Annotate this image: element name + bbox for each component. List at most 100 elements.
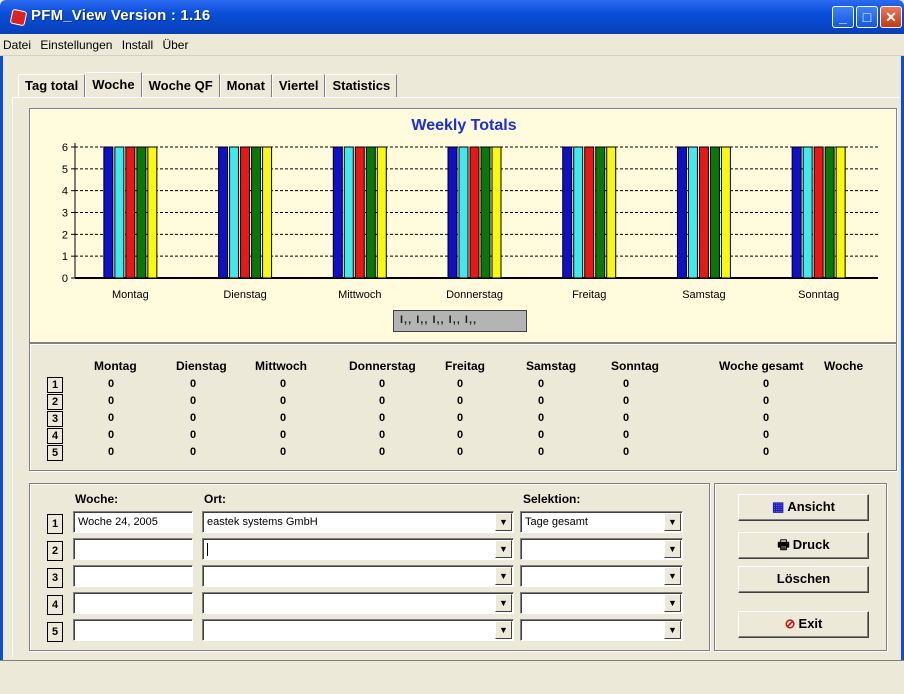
- bar: [343, 146, 354, 279]
- summary-row-number: 2: [47, 394, 63, 410]
- tab-statistics[interactable]: Statistics: [325, 74, 398, 98]
- bar: [791, 146, 802, 279]
- text-cursor: [207, 543, 208, 556]
- summary-cell: 0: [623, 378, 630, 390]
- selektion-dropdown[interactable]: ▼: [520, 538, 683, 560]
- selektion-dropdown[interactable]: ▼: [520, 592, 683, 614]
- chevron-down-icon[interactable]: ▼: [495, 540, 512, 558]
- chevron-down-icon[interactable]: ▼: [664, 513, 681, 531]
- col-header-donnerstag: Donnerstag: [349, 359, 416, 373]
- chevron-down-icon[interactable]: ▼: [664, 540, 681, 558]
- bar: [469, 146, 480, 279]
- ort-dropdown[interactable]: ▼: [202, 565, 514, 587]
- bar: [606, 146, 617, 279]
- minimize-button[interactable]: _: [832, 6, 854, 28]
- col-header-montag: Montag: [94, 359, 137, 373]
- woche-field[interactable]: [73, 538, 193, 560]
- close-button[interactable]: ✕: [880, 6, 902, 28]
- menu-ueber[interactable]: Über: [159, 34, 191, 52]
- chevron-down-icon[interactable]: ▼: [495, 621, 512, 639]
- woche-field[interactable]: Woche 24, 2005: [73, 511, 193, 533]
- bar: [676, 146, 687, 279]
- bar: [354, 146, 365, 279]
- summary-cell: 0: [538, 378, 545, 390]
- chart-scroll-widget[interactable]: I,, I,, I,, I,, I,,: [393, 310, 527, 332]
- action-panel: ▦ Ansicht 🖶 Druck Löschen ⊘ Exit: [714, 483, 887, 651]
- woche-field[interactable]: [73, 592, 193, 614]
- menu-install[interactable]: Install: [119, 34, 156, 52]
- maximize-button[interactable]: □: [856, 6, 878, 28]
- druck-label: Druck: [792, 537, 830, 552]
- tab-monat[interactable]: Monat: [219, 74, 272, 98]
- bar: [136, 146, 147, 279]
- status-bar: [0, 660, 904, 694]
- summary-cell: 0: [623, 446, 630, 458]
- summary-cell: 0: [280, 378, 287, 390]
- summary-row-number: 5: [47, 445, 63, 461]
- selection-row-number: 4: [47, 595, 63, 615]
- tab-strip: Tag total Woche Woche QF Monat Viertel S…: [18, 72, 398, 98]
- title-bar: PFM_View Version : 1.16 _ □ ✕: [0, 0, 904, 34]
- selektion-dropdown[interactable]: ▼: [520, 565, 683, 587]
- summary-cell: 0: [623, 412, 630, 424]
- window-title: PFM_View Version : 1.16: [31, 7, 211, 24]
- chevron-down-icon[interactable]: ▼: [495, 513, 512, 531]
- bar: [802, 146, 813, 279]
- druck-button[interactable]: 🖶 Druck: [738, 532, 869, 559]
- summary-cell: 0: [379, 378, 386, 390]
- summary-cell: 0: [190, 446, 197, 458]
- selektion-dropdown[interactable]: ▼: [520, 619, 683, 641]
- chevron-down-icon[interactable]: ▼: [664, 567, 681, 585]
- ort-dropdown[interactable]: ▼: [202, 592, 514, 614]
- summary-cell: 0: [379, 446, 386, 458]
- bar: [562, 146, 573, 279]
- ort-dropdown[interactable]: ▼: [202, 538, 514, 560]
- summary-cell: 0: [190, 395, 197, 407]
- bar: [458, 146, 469, 279]
- summary-cell: 0: [457, 429, 464, 441]
- summary-cell: 0: [108, 412, 115, 424]
- bar: [687, 146, 698, 279]
- tab-viertel[interactable]: Viertel: [271, 74, 326, 98]
- bar: [125, 146, 136, 279]
- x-tick-label: Mittwoch: [338, 289, 381, 301]
- chevron-down-icon[interactable]: ▼: [664, 621, 681, 639]
- loeschen-button[interactable]: Löschen: [738, 566, 869, 593]
- x-tick-label: Dienstag: [223, 289, 266, 301]
- summary-cell: 0: [108, 395, 115, 407]
- bar: [262, 146, 273, 279]
- col-header-freitag: Freitag: [445, 359, 486, 373]
- menu-datei[interactable]: Datei: [0, 34, 34, 52]
- exit-label: Exit: [798, 616, 823, 631]
- ort-dropdown[interactable]: eastek systems GmbH ▼: [202, 511, 514, 533]
- exit-button[interactable]: ⊘ Exit: [738, 611, 869, 638]
- bar: [147, 146, 158, 279]
- y-tick-label: 5: [62, 164, 68, 176]
- bar: [251, 146, 262, 279]
- woche-field[interactable]: [73, 565, 193, 587]
- tab-woche[interactable]: Woche: [85, 72, 142, 98]
- woche-field[interactable]: [73, 619, 193, 641]
- chevron-down-icon[interactable]: ▼: [495, 594, 512, 612]
- x-tick-label: Freitag: [572, 289, 606, 301]
- selektion-dropdown[interactable]: Tage gesamt ▼: [520, 511, 683, 533]
- chevron-down-icon[interactable]: ▼: [495, 567, 512, 585]
- menu-einstellungen[interactable]: Einstellungen: [37, 34, 115, 52]
- ort-dropdown[interactable]: ▼: [202, 619, 514, 641]
- summary-cell: 0: [763, 429, 770, 441]
- y-tick-label: 2: [62, 229, 68, 241]
- tab-tag-total[interactable]: Tag total: [18, 74, 86, 98]
- col-header-samstag: Samstag: [526, 359, 577, 373]
- summary-cell: 0: [190, 378, 197, 390]
- ansicht-button[interactable]: ▦ Ansicht: [738, 494, 869, 521]
- x-tick-label: Sonntag: [798, 289, 839, 301]
- tab-woche-qf[interactable]: Woche QF: [141, 74, 220, 98]
- bar: [447, 146, 458, 279]
- summary-cell: 0: [623, 429, 630, 441]
- summary-row-number: 4: [47, 428, 63, 444]
- chart-panel: 0 1 2 3 4 5 6 Montag Dienstag Mittwoch Donnerstag F…: [29, 108, 897, 343]
- bar: [218, 146, 229, 279]
- bar: [595, 146, 606, 279]
- chevron-down-icon[interactable]: ▼: [664, 594, 681, 612]
- col-header-sonntag: Sonntag: [611, 359, 659, 373]
